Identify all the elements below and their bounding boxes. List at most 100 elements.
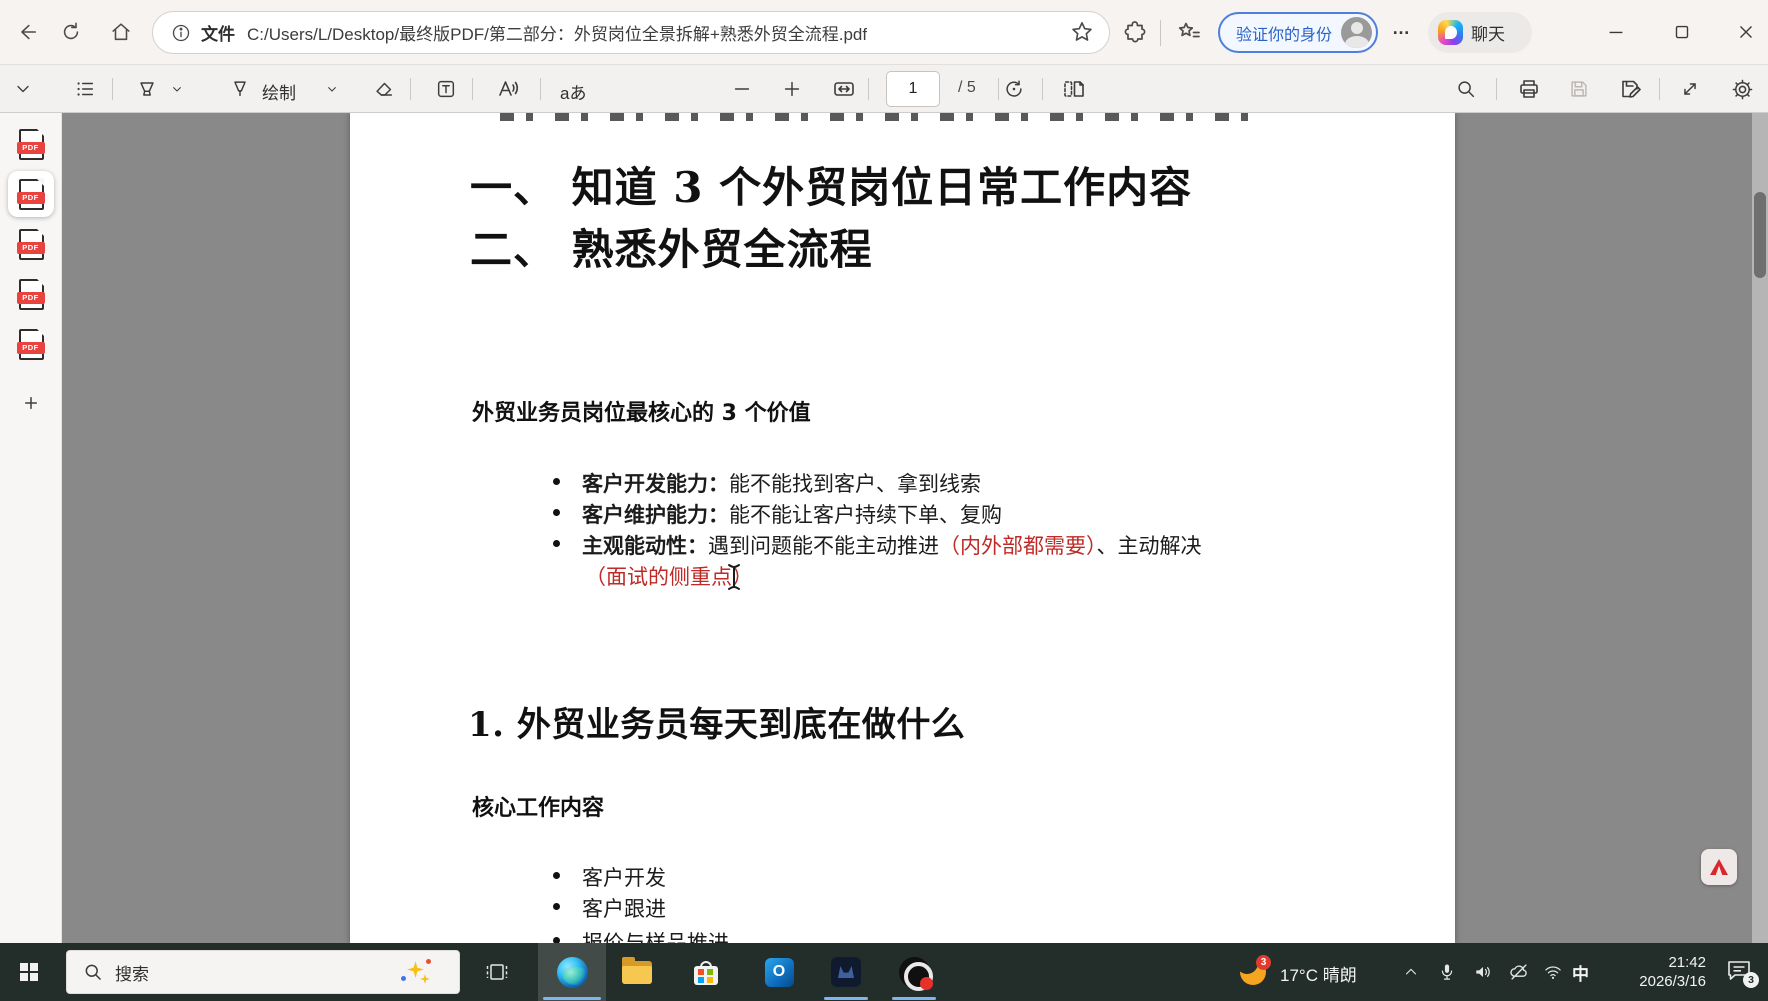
microphone-icon[interactable] (1434, 959, 1460, 985)
acrobat-icon (1710, 859, 1728, 875)
pdf-tab-1[interactable]: PDF (8, 121, 54, 167)
favorites-bar-icon[interactable] (1174, 17, 1204, 47)
copilot-icon (1438, 20, 1463, 45)
start-button[interactable] (14, 957, 44, 987)
highlighter-dropdown-chevron-icon[interactable] (163, 75, 191, 103)
highlighter-icon[interactable] (133, 75, 161, 103)
favorite-star-icon[interactable] (1069, 19, 1095, 50)
network-wifi-icon[interactable] (1540, 959, 1566, 985)
pdf-file-icon: PDF (19, 329, 44, 360)
numbered-section-heading: 1. 外贸业务员每天到底在做什么 (468, 697, 965, 746)
bullet-dot (553, 903, 560, 910)
close-button[interactable] (1726, 13, 1766, 51)
page-number-input[interactable] (886, 71, 940, 107)
weather-badge: 3 (1256, 955, 1271, 970)
pdf-toolbar: 绘制 aあ / 5 (0, 65, 1768, 113)
extensions-icon[interactable] (1120, 17, 1150, 47)
work-bullet-1-text: 客户开发 (582, 866, 666, 890)
bullet-dot (553, 478, 560, 485)
page-total-label: / 5 (958, 79, 976, 97)
fit-to-width-icon[interactable] (830, 75, 858, 103)
draw-pen-icon[interactable] (226, 75, 254, 103)
read-aloud-icon[interactable] (494, 75, 522, 103)
new-tab-plus-icon[interactable] (8, 383, 54, 423)
pdf-tab-5[interactable]: PDF (8, 321, 54, 367)
weather-text[interactable]: 17°C 晴朗 (1280, 961, 1357, 986)
notification-center-icon[interactable]: 3 (1726, 958, 1756, 986)
more-menu-button[interactable]: … (1392, 18, 1412, 39)
pdf-file-icon: PDF (19, 129, 44, 160)
bullet-3-text: 遇到问题能不能主动推进 (708, 534, 939, 558)
copilot-chat-label: 聊天 (1471, 20, 1505, 45)
file-explorer-icon[interactable] (621, 956, 653, 988)
core-work-title: 核心工作内容 (472, 790, 604, 822)
outlook-icon[interactable]: O (763, 956, 795, 988)
refresh-icon[interactable] (56, 17, 86, 47)
maximize-button[interactable] (1662, 13, 1702, 51)
collapse-tabs-chevron-icon[interactable] (9, 75, 37, 103)
scrollbar-track[interactable] (1752, 113, 1768, 943)
save-as-icon[interactable] (1617, 75, 1645, 103)
rotate-icon[interactable] (1000, 75, 1028, 103)
zoom-out-icon[interactable] (728, 75, 756, 103)
home-icon[interactable] (106, 17, 136, 47)
tray-chevron-up-icon[interactable] (1398, 959, 1424, 985)
minimize-button[interactable] (1596, 13, 1636, 51)
toolbar-divider (1496, 78, 1497, 100)
settings-gear-icon[interactable] (1728, 75, 1756, 103)
back-icon[interactable] (12, 17, 42, 47)
search-document-icon[interactable] (1452, 75, 1480, 103)
weather-icon[interactable]: 3 (1240, 957, 1268, 985)
add-text-icon[interactable] (432, 75, 460, 103)
microsoft-store-icon[interactable] (690, 956, 722, 988)
obs-running-underline (892, 997, 936, 1000)
onedrive-paused-cloud-icon[interactable] (1506, 959, 1532, 985)
page-view-icon[interactable] (1060, 75, 1088, 103)
speaker-icon[interactable] (1470, 959, 1496, 985)
bullet-3-label: 主观能动性： (582, 534, 708, 558)
desktop: 文件 C:/Users/L/Desktop/最终版PDF/第二部分：外贸岗位全景… (0, 0, 1768, 1001)
scrollbar-thumb[interactable] (1754, 192, 1766, 278)
task-view-icon[interactable] (481, 956, 513, 988)
eraser-icon[interactable] (370, 75, 398, 103)
address-bar[interactable]: 文件 C:/Users/L/Desktop/最终版PDF/第二部分：外贸岗位全景… (152, 11, 1110, 54)
app-logo-icon (831, 957, 861, 987)
search-icon (83, 962, 103, 982)
table-of-contents-icon[interactable] (71, 75, 99, 103)
zoom-in-icon[interactable] (778, 75, 806, 103)
draw-label[interactable]: 绘制 (262, 79, 296, 104)
draw-dropdown-chevron-icon[interactable] (318, 75, 346, 103)
copilot-chat-button[interactable]: 聊天 (1428, 12, 1532, 53)
edge-taskbar-icon[interactable] (556, 956, 588, 988)
pdf-tab-2-active[interactable]: PDF (8, 171, 54, 217)
values-section-title: 外贸业务员岗位最核心的 3 个价值 (472, 395, 811, 427)
work-bullet-2-text: 客户跟进 (582, 897, 666, 921)
clock[interactable]: 21:42 2026/3/16 (1600, 953, 1706, 991)
pdf-tab-3[interactable]: PDF (8, 221, 54, 267)
toolbar-divider (112, 78, 113, 100)
heading-line-1: 一、 知道 3 个外贸岗位日常工作内容 (470, 157, 1192, 219)
fullscreen-icon[interactable] (1676, 75, 1704, 103)
document-main-headings: 一、 知道 3 个外贸岗位日常工作内容 二、 熟悉外贸全流程 (470, 157, 1192, 281)
print-icon[interactable] (1515, 75, 1543, 103)
acrobat-float-button[interactable] (1701, 849, 1737, 885)
vertical-tabs-sidebar: PDF PDF PDF PDF PDF (0, 113, 62, 943)
info-icon (171, 23, 191, 43)
windows-taskbar: 搜索 O (0, 943, 1768, 1001)
work-bullet-3-text: 报价与样品推进 (582, 931, 729, 943)
verify-identity-button[interactable]: 验证你的身份 (1218, 12, 1378, 53)
translate-button[interactable]: aあ (560, 79, 586, 104)
edge-logo-icon (557, 957, 588, 988)
folder-icon (622, 961, 652, 984)
toolbar-divider (472, 78, 473, 100)
pdf-viewer-area[interactable]: 一、 知道 3 个外贸岗位日常工作内容 二、 熟悉外贸全流程 外贸业务员岗位最核… (62, 113, 1768, 943)
taskbar-search-box[interactable]: 搜索 (66, 950, 460, 994)
pdf-tab-4[interactable]: PDF (8, 271, 54, 317)
edge-running-underline (543, 997, 601, 1000)
bullet-dot (553, 509, 560, 516)
ime-indicator[interactable]: 中 (1572, 960, 1589, 985)
toolbar-divider (410, 78, 411, 100)
file-path: C:/Users/L/Desktop/最终版PDF/第二部分：外贸岗位全景拆解+… (247, 20, 867, 45)
obs-icon[interactable] (898, 956, 930, 988)
dark-app-icon[interactable] (830, 956, 862, 988)
